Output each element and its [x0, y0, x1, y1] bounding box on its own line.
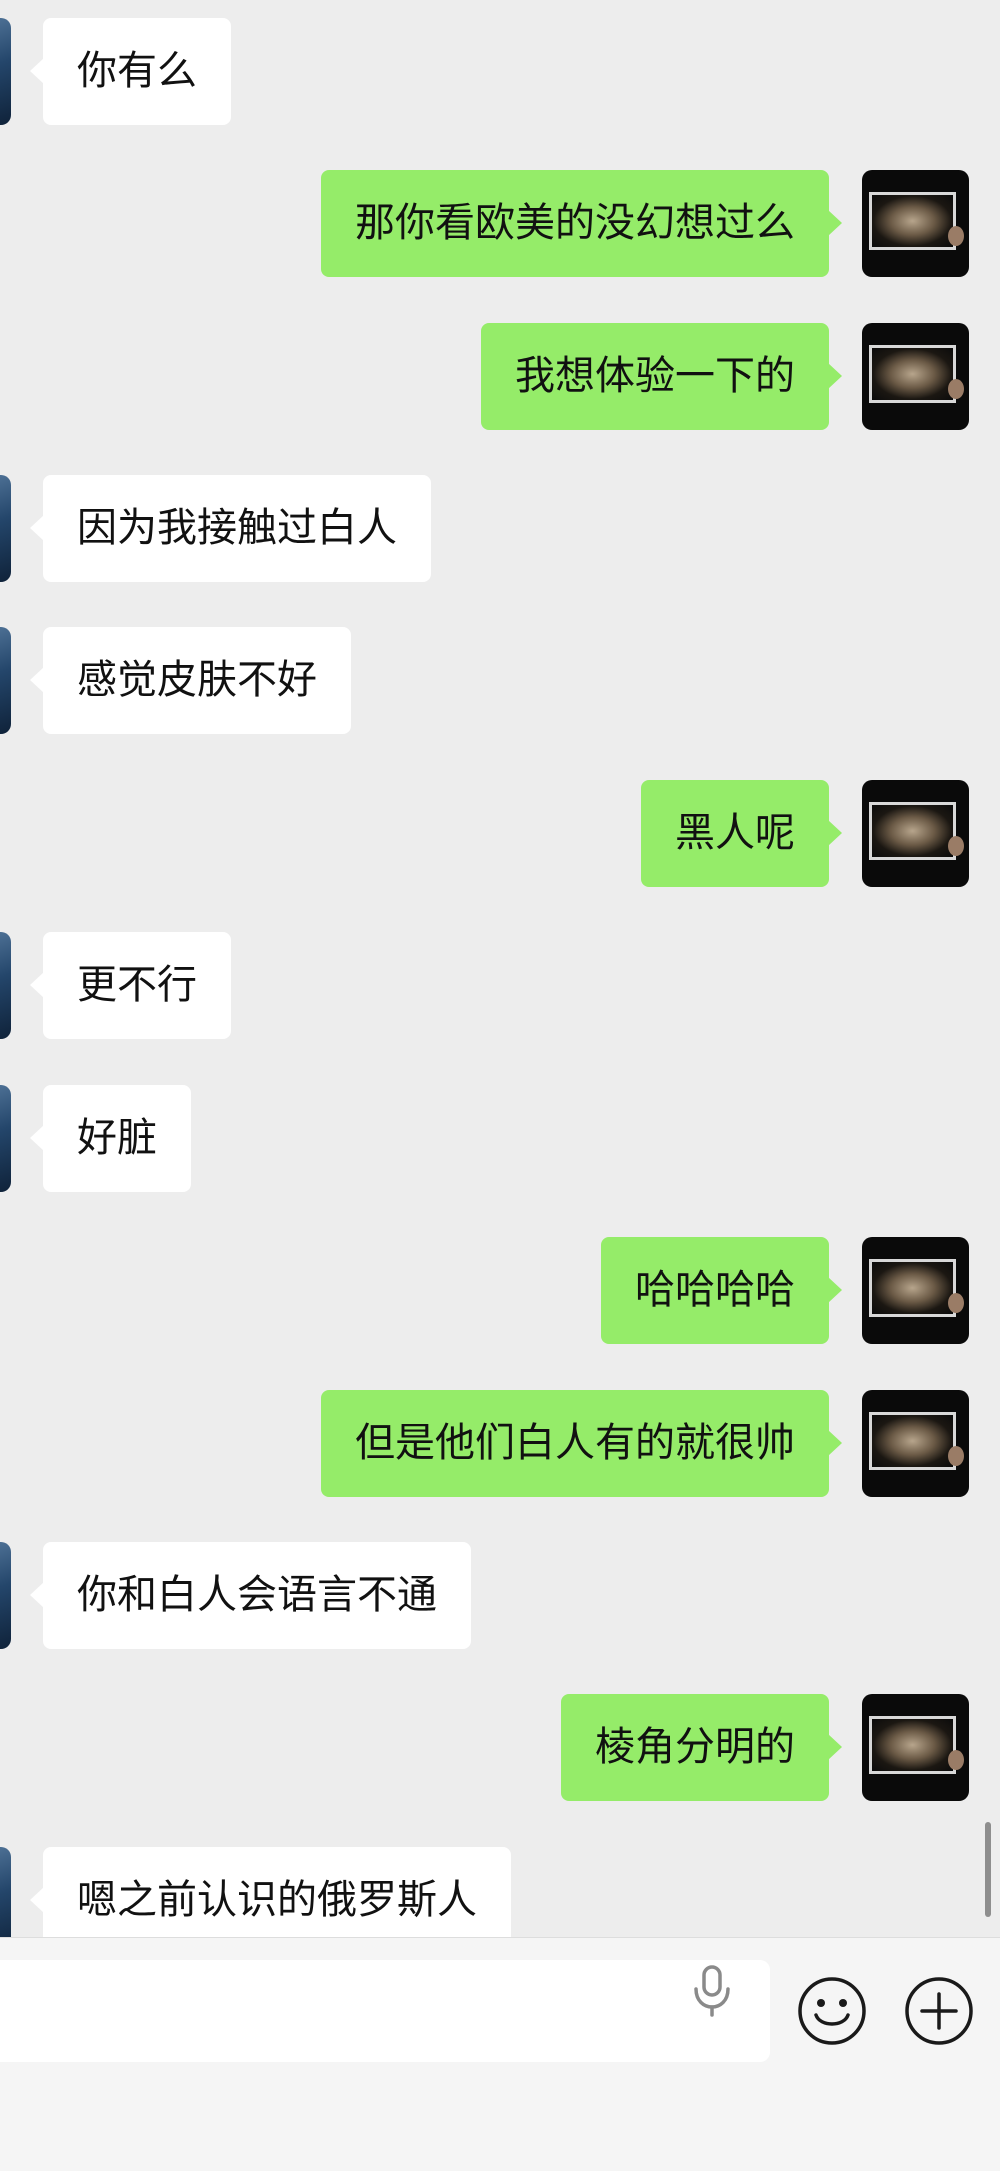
message-row-received: 更不行 [0, 932, 1000, 1039]
avatar-picture-frame [869, 1412, 956, 1470]
message-row-sent: 哈哈哈哈 [0, 1237, 1000, 1344]
avatar-face [948, 1750, 964, 1770]
plus-icon[interactable] [904, 1976, 974, 2046]
message-bubble-sent[interactable]: 我想体验一下的 [481, 323, 842, 430]
message-bubble-sent[interactable]: 那你看欧美的没幻想过么 [321, 170, 842, 277]
contact-avatar[interactable] [0, 18, 11, 125]
avatar-picture-frame [869, 345, 956, 403]
message-row-received: 嗯之前认识的俄罗斯人 [0, 1847, 1000, 1937]
message-bubble-received[interactable]: 你和白人会语言不通 [30, 1542, 471, 1649]
contact-avatar[interactable] [0, 1542, 11, 1649]
input-bar [0, 1937, 1000, 2171]
message-row-received: 感觉皮肤不好 [0, 627, 1000, 734]
message-row-sent: 黑人呢 [0, 780, 1000, 887]
self-avatar[interactable] [862, 1237, 969, 1344]
message-row-sent: 那你看欧美的没幻想过么 [0, 170, 1000, 277]
avatar-picture-frame [869, 802, 956, 860]
message-bubble-received[interactable]: 更不行 [30, 932, 231, 1039]
avatar-face [948, 379, 964, 399]
message-row-received: 你和白人会语言不通 [0, 1542, 1000, 1649]
contact-avatar[interactable] [0, 627, 11, 734]
message-input[interactable] [0, 1960, 770, 2062]
self-avatar[interactable] [862, 323, 969, 430]
self-avatar[interactable] [862, 1390, 969, 1497]
message-bubble-sent[interactable]: 棱角分明的 [561, 1694, 842, 1801]
avatar-picture-frame [869, 192, 956, 250]
message-bubble-sent[interactable]: 但是他们白人有的就很帅 [321, 1390, 842, 1497]
message-row-sent: 但是他们白人有的就很帅 [0, 1390, 1000, 1497]
avatar-face [948, 226, 964, 246]
avatar-picture-frame [869, 1259, 956, 1317]
contact-avatar[interactable] [0, 1085, 11, 1192]
message-bubble-received[interactable]: 你有么 [30, 18, 231, 125]
self-avatar[interactable] [862, 780, 969, 887]
message-row-sent: 棱角分明的 [0, 1694, 1000, 1801]
contact-avatar[interactable] [0, 1847, 11, 1937]
message-bubble-sent[interactable]: 哈哈哈哈 [601, 1237, 842, 1344]
emoji-icon[interactable] [797, 1976, 867, 2046]
contact-avatar[interactable] [0, 475, 11, 582]
chat-message-list[interactable]: 你有么 那你看欧美的没幻想过么 我想体验一下的 因为我接触过白人 感觉皮肤不好 … [0, 0, 1000, 1937]
message-row-sent: 我想体验一下的 [0, 323, 1000, 430]
message-bubble-received[interactable]: 感觉皮肤不好 [30, 627, 351, 734]
avatar-picture-frame [869, 1716, 956, 1774]
message-bubble-received[interactable]: 嗯之前认识的俄罗斯人 [30, 1847, 511, 1937]
message-bubble-received[interactable]: 好脏 [30, 1085, 191, 1192]
self-avatar[interactable] [862, 170, 969, 277]
avatar-face [948, 1293, 964, 1313]
self-avatar[interactable] [862, 1694, 969, 1801]
chat-scrollbar[interactable] [985, 1822, 991, 1917]
microphone-icon[interactable] [688, 1963, 736, 2017]
message-row-received: 因为我接触过白人 [0, 475, 1000, 582]
message-row-received: 好脏 [0, 1085, 1000, 1192]
contact-avatar[interactable] [0, 932, 11, 1039]
message-bubble-received[interactable]: 因为我接触过白人 [30, 475, 431, 582]
avatar-face [948, 1446, 964, 1466]
message-row-received: 你有么 [0, 18, 1000, 125]
message-bubble-sent[interactable]: 黑人呢 [641, 780, 842, 887]
avatar-face [948, 836, 964, 856]
